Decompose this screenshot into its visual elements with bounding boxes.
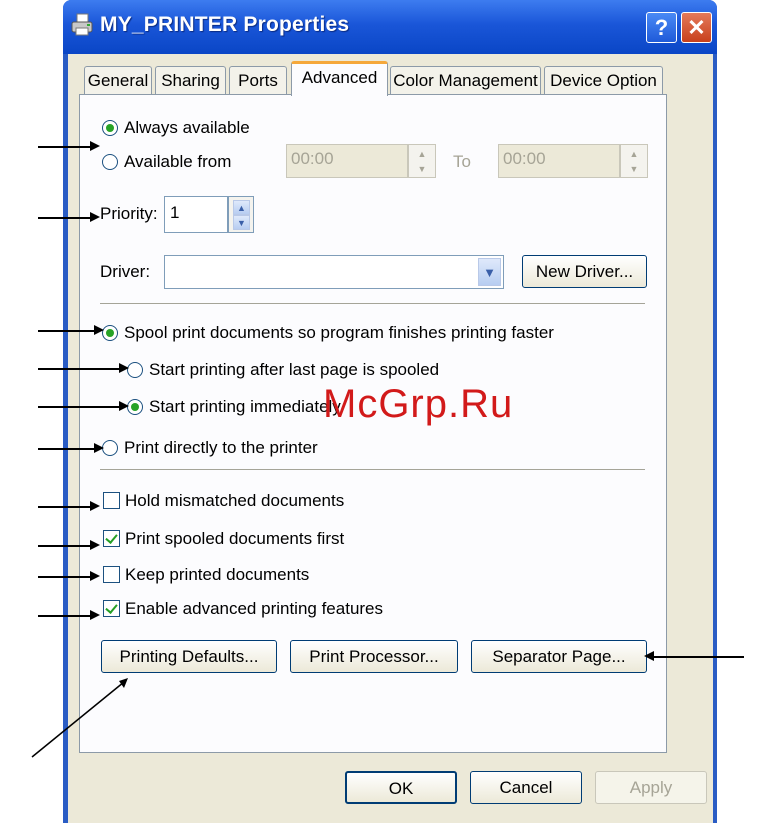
spin-down-icon[interactable]: ▼ xyxy=(233,215,250,230)
help-button[interactable]: ? xyxy=(646,12,677,43)
available-from-radio[interactable] xyxy=(102,154,118,170)
print-directly-radio[interactable] xyxy=(102,440,118,456)
priority-input[interactable]: 1 xyxy=(164,196,228,233)
start-after-last-page-radio[interactable] xyxy=(127,362,143,378)
always-available-label: Always available xyxy=(124,118,250,137)
tab-device-option[interactable]: Device Option xyxy=(544,66,663,94)
start-immediately-radio[interactable] xyxy=(127,399,143,415)
tab-general[interactable]: General xyxy=(84,66,152,94)
callout-line xyxy=(38,506,90,508)
spin-up-icon[interactable]: ▲ xyxy=(415,147,429,160)
callout-line xyxy=(38,545,90,547)
enable-advanced-checkbox[interactable] xyxy=(103,600,120,617)
enable-advanced-label: Enable advanced printing features xyxy=(125,599,384,618)
print-spooled-first-checkbox[interactable] xyxy=(103,530,120,547)
hold-mismatched-label: Hold mismatched documents xyxy=(125,491,345,510)
callout-line xyxy=(38,576,90,578)
print-processor-button[interactable]: Print Processor... xyxy=(290,640,458,673)
divider xyxy=(100,469,645,470)
tab-sharing[interactable]: Sharing xyxy=(155,66,226,94)
start-after-last-page-label: Start printing after last page is spoole… xyxy=(149,360,440,379)
callout-line xyxy=(38,146,90,148)
tab-ports[interactable]: Ports xyxy=(229,66,287,94)
available-from-time[interactable]: 00:00 xyxy=(286,144,408,178)
print-spooled-first-label: Print spooled documents first xyxy=(125,529,345,548)
driver-label: Driver: xyxy=(100,262,151,281)
callout-line xyxy=(38,615,90,617)
close-button[interactable]: ✕ xyxy=(681,12,712,43)
cancel-button[interactable]: Cancel xyxy=(470,771,582,804)
tab-color-management[interactable]: Color Management xyxy=(390,66,541,94)
help-icon: ? xyxy=(654,14,669,40)
callout-line xyxy=(38,217,90,219)
tab-advanced[interactable]: Advanced xyxy=(291,61,388,96)
callout-line xyxy=(652,656,744,658)
new-driver-button[interactable]: New Driver... xyxy=(522,255,647,288)
printer-icon xyxy=(71,13,93,36)
to-label: To xyxy=(453,152,471,171)
priority-spinner[interactable]: ▲ ▼ xyxy=(228,196,254,233)
window-title: MY_PRINTER Properties xyxy=(100,13,350,36)
priority-label: Priority: xyxy=(100,204,158,223)
spool-radio[interactable] xyxy=(102,325,118,341)
printing-defaults-button[interactable]: Printing Defaults... xyxy=(101,640,277,673)
start-immediately-label: Start printing immediately xyxy=(149,397,341,416)
callout-line xyxy=(38,330,94,332)
keep-printed-checkbox[interactable] xyxy=(103,566,120,583)
available-to-time[interactable]: 00:00 xyxy=(498,144,620,178)
keep-printed-label: Keep printed documents xyxy=(125,565,310,584)
always-available-radio[interactable] xyxy=(102,120,118,136)
apply-button: Apply xyxy=(595,771,707,804)
from-time-spinner[interactable]: ▲ ▼ xyxy=(408,144,436,178)
spin-down-icon[interactable]: ▼ xyxy=(627,162,641,175)
spin-up-icon[interactable]: ▲ xyxy=(233,200,250,215)
print-directly-label: Print directly to the printer xyxy=(124,438,318,457)
watermark: McGrp.Ru xyxy=(323,382,514,426)
to-time-spinner[interactable]: ▲ ▼ xyxy=(620,144,648,178)
callout-line xyxy=(38,448,94,450)
spin-down-icon[interactable]: ▼ xyxy=(415,162,429,175)
chevron-down-icon[interactable]: ▼ xyxy=(478,258,501,286)
spin-up-icon[interactable]: ▲ xyxy=(627,147,641,160)
callout-line xyxy=(38,368,121,370)
close-icon: ✕ xyxy=(687,14,706,40)
available-from-label: Available from xyxy=(124,152,232,171)
divider xyxy=(100,303,645,304)
separator-page-button[interactable]: Separator Page... xyxy=(471,640,647,673)
callout-line xyxy=(38,406,121,408)
driver-select[interactable] xyxy=(164,255,504,289)
hold-mismatched-checkbox[interactable] xyxy=(103,492,120,509)
ok-button[interactable]: OK xyxy=(345,771,457,804)
spool-label: Spool print documents so program finishe… xyxy=(124,323,554,342)
